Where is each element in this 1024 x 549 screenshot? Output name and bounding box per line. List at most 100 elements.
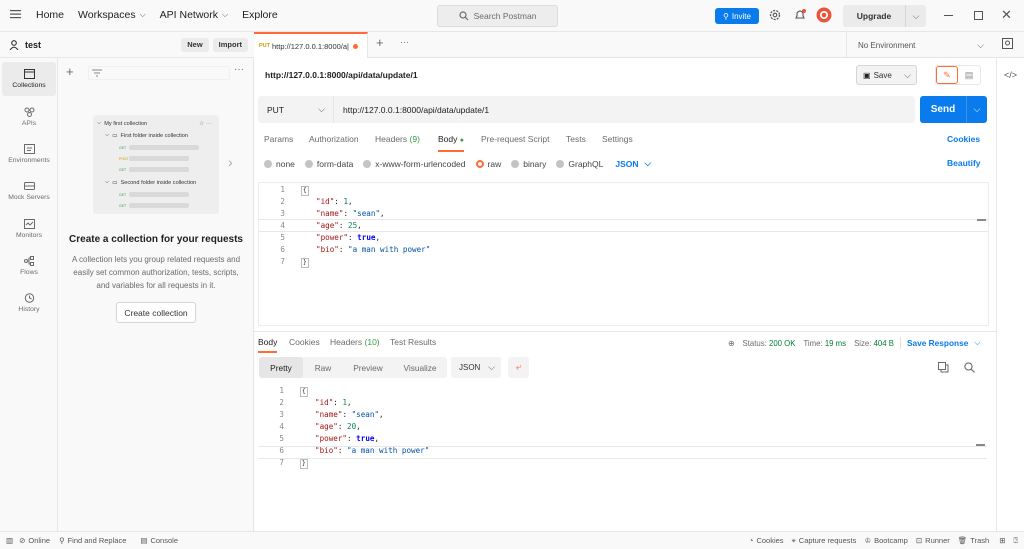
settings-icon[interactable] [768, 8, 782, 24]
notifications-bell-icon[interactable] [793, 8, 807, 24]
nav-explore[interactable]: Explore [242, 9, 278, 21]
capture-requests[interactable]: ⌖ Capture requests [792, 536, 857, 546]
rail-flows[interactable]: Flows [2, 249, 56, 283]
add-tab-icon[interactable]: + [376, 35, 384, 50]
chevron-down-icon: ⌵ [488, 362, 495, 372]
console[interactable]: ▤ Console [140, 536, 178, 545]
response-tab-test-results[interactable]: Test Results [390, 337, 436, 347]
tab-pre-request-script[interactable]: Pre-request Script [481, 134, 550, 144]
minimize-icon[interactable] [944, 15, 953, 16]
more-options-icon[interactable]: ··· [234, 64, 244, 75]
response-body-viewer[interactable]: 1 {2 "id": 1, 3 "name": "sean", 4 "age": 20, 5 "… [258, 384, 989, 524]
workspace-name[interactable]: test [25, 40, 41, 50]
tab-authorization[interactable]: Authorization [309, 134, 359, 144]
find-replace[interactable]: ⚲ Find and Replace [59, 536, 126, 545]
save-button[interactable]: ▣ Save ⌵ [856, 65, 917, 85]
tab-options-icon[interactable]: ··· [400, 37, 409, 47]
url-input[interactable]: http://127.0.0.1:8000/api/data/update/1 [343, 105, 489, 115]
cookies-status[interactable]: ◔ Cookies [749, 536, 784, 545]
nav-api-network[interactable]: API Network ⌵ [160, 9, 228, 21]
radio-selected-icon [475, 159, 484, 168]
environment-quick-look-icon[interactable] [1002, 38, 1013, 51]
preview-method: GET [119, 203, 127, 208]
method-select[interactable]: PUT ⌵ [258, 96, 334, 123]
status-value[interactable]: 200 OK [769, 339, 795, 348]
chevron-down-icon[interactable]: ⌵ [974, 338, 980, 348]
size-value[interactable]: 404 B [874, 339, 894, 348]
save-response-button[interactable]: Save Response [907, 338, 968, 348]
invite-button[interactable]: ⚲ Invite [715, 8, 759, 24]
online-status[interactable]: ⊘ Online [19, 536, 50, 545]
send-button[interactable]: Send ⌵ [920, 96, 987, 123]
radio-icon [556, 159, 565, 168]
view-raw[interactable]: Raw [303, 363, 343, 373]
radio-raw[interactable]: raw [475, 159, 501, 169]
rail-collections[interactable]: Collections [2, 62, 56, 96]
new-button[interactable]: New [181, 37, 209, 52]
avatar[interactable] [816, 7, 832, 25]
chevron-right-icon[interactable]: › [228, 154, 233, 170]
globe-icon[interactable]: ⊕ [728, 339, 735, 348]
rail-mock-servers[interactable]: Mock Servers [2, 174, 56, 208]
tab-tests[interactable]: Tests [566, 134, 586, 144]
search-placeholder: Search Postman [473, 11, 537, 21]
environment-selector[interactable]: No Environment ⌵ [846, 32, 992, 58]
runner[interactable]: ⊡ Runner [916, 536, 950, 545]
view-preview[interactable]: Preview [343, 363, 393, 373]
chevron-down-icon[interactable]: ⌵ [966, 96, 987, 123]
response-format-select[interactable]: JSON ⌵ [451, 357, 501, 378]
view-pretty[interactable]: Pretty [259, 357, 303, 378]
beautify-link[interactable]: Beautify [947, 158, 981, 168]
wrap-lines-icon[interactable]: ⤶ [508, 357, 529, 378]
request-tab[interactable]: PUT http://127.0.0.1:8000/a| [254, 32, 368, 58]
tab-params[interactable]: Params [264, 134, 293, 144]
rail-history[interactable]: History [2, 286, 56, 320]
maximize-icon[interactable] [974, 11, 983, 20]
request-code-line: { [301, 186, 309, 196]
comments-icon[interactable]: ▤ [958, 70, 980, 81]
tab-headers[interactable]: Headers (9) [375, 134, 420, 144]
create-collection-button[interactable]: Create collection [116, 302, 196, 323]
tab-settings[interactable]: Settings [602, 134, 633, 144]
time-value[interactable]: 19 ms [825, 339, 846, 348]
filter-input[interactable] [88, 66, 230, 80]
menu-icon[interactable] [10, 9, 21, 19]
upgrade-button[interactable]: Upgrade ⌵ [843, 5, 926, 27]
search-icon[interactable] [964, 362, 975, 375]
bootcamp[interactable]: ♔ Bootcamp [864, 536, 908, 545]
trash[interactable]: 🗑︎ Trash [958, 536, 989, 545]
toggle-sidebar-icon[interactable]: ▥ [6, 536, 13, 545]
nav-home[interactable]: Home [36, 9, 64, 21]
rail-apis[interactable]: APIs [2, 100, 56, 134]
response-view-tabs: Pretty Raw Preview Visualize [259, 357, 447, 378]
code-icon[interactable]: </> [1004, 70, 1017, 80]
copy-icon[interactable] [938, 362, 949, 375]
close-icon[interactable]: ✕ [1001, 7, 1012, 23]
search-bar[interactable]: Search Postman [437, 5, 558, 27]
cookies-link[interactable]: Cookies [947, 134, 980, 144]
rail-environments[interactable]: Environments [2, 137, 56, 171]
radio-none[interactable]: none [264, 159, 295, 169]
help-icon[interactable]: ⍰ [1014, 536, 1019, 546]
radio-urlencoded[interactable]: x-www-form-urlencoded [363, 159, 466, 169]
capture-icon: ⌖ [791, 535, 796, 545]
import-button[interactable]: Import [212, 37, 248, 52]
rail-monitors[interactable]: Monitors [2, 212, 56, 246]
radio-graphql[interactable]: GraphQL [556, 159, 603, 169]
request-body-editor[interactable]: 1 {2 "id": 1, 3 "name": "sean", 4 "age": 25, 5 "… [258, 182, 989, 326]
tab-body[interactable]: Body ● [438, 134, 464, 152]
radio-form-data[interactable]: form-data [304, 159, 353, 169]
request-line-number: 4 [280, 221, 285, 230]
chevron-down-icon[interactable]: ⌵ [905, 5, 926, 27]
add-icon[interactable]: + [66, 64, 74, 79]
request-name[interactable]: http://127.0.0.1:8000/api/data/update/1 [265, 70, 418, 80]
response-tab-body[interactable]: Body [258, 337, 278, 353]
view-visualize[interactable]: Visualize [393, 363, 447, 373]
response-tab-cookies[interactable]: Cookies [289, 337, 320, 347]
nav-workspaces[interactable]: Workspaces ⌵ [78, 9, 146, 21]
format-select[interactable]: JSON ⌵ [615, 158, 651, 169]
response-tab-headers[interactable]: Headers (10) [330, 337, 380, 347]
radio-binary[interactable]: binary [511, 159, 546, 169]
layout-icon[interactable]: ⊞ [999, 536, 1005, 545]
edit-pencil-icon[interactable]: ✎ [936, 66, 958, 84]
